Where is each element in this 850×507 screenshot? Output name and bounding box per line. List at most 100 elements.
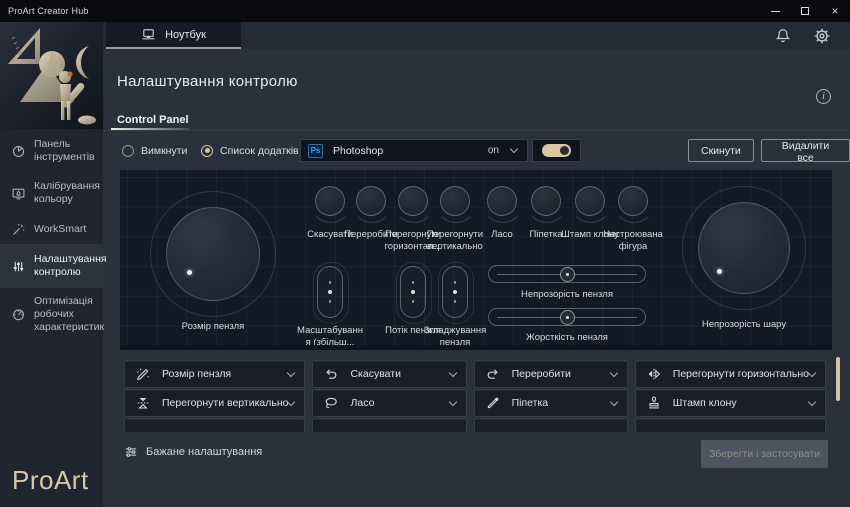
- app-name: Photoshop: [333, 145, 383, 157]
- proart-artwork: [0, 22, 103, 129]
- close-button[interactable]: ×: [820, 0, 850, 22]
- mapping-dropdown-clipped[interactable]: [474, 418, 628, 432]
- dial-preview-panel: Розмір пензля Непрозорість шару Скасуват…: [120, 170, 832, 350]
- eyedropper-icon: [485, 395, 501, 411]
- left-dial-indicator-dot: [187, 270, 192, 275]
- sidebar-menu: Панель інструментів Калібрування кольору…: [0, 130, 103, 342]
- vertical-slider-smoothing: Згладжування пензля: [421, 266, 489, 350]
- color-calibration-icon: [11, 186, 26, 201]
- radio-app-list[interactable]: Список додатків: [201, 139, 299, 162]
- slider-dot: [328, 290, 333, 295]
- right-dial-label: Непрозорість шару: [664, 319, 824, 331]
- slider-track[interactable]: [488, 308, 646, 326]
- horizontal-slider-brush-hardness: Жорсткість пензля: [488, 308, 646, 343]
- left-dial-label: Розмір пензля: [133, 321, 293, 333]
- app-state-value: on: [488, 145, 499, 156]
- clone-stamp-icon: [646, 395, 662, 411]
- flip-horizontal-icon: [646, 366, 662, 382]
- slider-dot: [453, 290, 458, 295]
- mapping-dropdown-clipped[interactable]: [124, 418, 305, 432]
- mapping-dropdown-label: Розмір пензля: [162, 368, 231, 380]
- titlebar: ProArt Creator Hub ×: [0, 0, 850, 22]
- slider-dot: [412, 281, 415, 284]
- mapping-dropdown-brush-size[interactable]: Розмір пензля: [124, 360, 305, 388]
- dial-button-knob[interactable]: [440, 186, 470, 216]
- save-apply-button[interactable]: Зберегти і застосувати: [701, 440, 828, 468]
- mapping-dropdown-label: Скасувати: [350, 368, 401, 380]
- mapping-dropdown-undo[interactable]: Скасувати: [312, 360, 466, 388]
- preference-sliders-icon: [124, 445, 138, 459]
- sidebar: Панель інструментів Калібрування кольору…: [0, 22, 103, 507]
- chevron-down-icon: [808, 368, 816, 376]
- vertical-slider-capsule[interactable]: [442, 266, 468, 318]
- slider-dot: [412, 300, 415, 303]
- mapping-dropdown-eyedropper[interactable]: Піпетка: [474, 389, 628, 417]
- right-dial-knob[interactable]: [698, 202, 790, 294]
- mapping-dropdown-flip-horizontal[interactable]: Перегорнути горизонтально: [635, 360, 826, 388]
- flip-vertical-icon: [135, 395, 151, 411]
- mapping-dropdown-clone-stamp[interactable]: Штамп клону: [635, 389, 826, 417]
- vertical-slider-zoom: Масштабування (збільш...: [296, 266, 364, 350]
- radio-disable[interactable]: Вимкнути: [122, 139, 187, 162]
- slider-dot: [454, 281, 457, 284]
- slider-knob[interactable]: [560, 267, 575, 282]
- dashboard-icon: [11, 144, 26, 159]
- mapping-dropdown-flip-vertical[interactable]: Перегорнути вертикально: [124, 389, 305, 417]
- sidebar-item-worksmart[interactable]: WorkSmart: [0, 214, 103, 245]
- radio-disable-label: Вимкнути: [141, 145, 187, 157]
- horizontal-slider-brush-opacity: Непрозорість пензля: [488, 265, 646, 300]
- left-dial-knob[interactable]: [166, 207, 260, 301]
- mapping-dropdown-clipped[interactable]: [312, 418, 466, 432]
- delete-all-button[interactable]: Видалити все: [761, 139, 850, 162]
- notifications-button[interactable]: [774, 27, 792, 45]
- mapping-dropdown-label: Штамп клону: [673, 397, 737, 409]
- tab-laptop[interactable]: Ноутбук: [106, 22, 241, 49]
- panel-horizontal-scrollbar[interactable]: [120, 345, 832, 350]
- radio-app-list-label: Список додатків: [220, 145, 299, 157]
- app-select-dropdown[interactable]: Ps Photoshop on: [300, 139, 528, 162]
- mapping-dropdown-label: Піпетка: [512, 397, 549, 409]
- radio-app-list-circle[interactable]: [201, 145, 213, 157]
- sidebar-item-dashboard[interactable]: Панель інструментів: [0, 130, 103, 172]
- vertical-slider-capsule[interactable]: [317, 266, 343, 318]
- redo-icon: [485, 366, 501, 382]
- mapping-dropdown-label: Перегорнути вертикально: [162, 397, 288, 409]
- radio-disable-circle[interactable]: [122, 145, 134, 157]
- toggle-on-switch[interactable]: [542, 144, 571, 157]
- chevron-down-icon: [287, 397, 295, 405]
- reset-button[interactable]: Скинути: [688, 139, 754, 162]
- grid-scrollbar-thumb[interactable]: [836, 357, 840, 401]
- sidebar-item-label: WorkSmart: [34, 223, 86, 236]
- minimize-button[interactable]: [760, 0, 790, 22]
- minimize-icon: [771, 11, 780, 12]
- sidebar-item-color-calibration[interactable]: Калібрування кольору: [0, 172, 103, 214]
- app-toggle[interactable]: [532, 139, 581, 162]
- sidebar-item-control-settings[interactable]: Налаштування контролю: [0, 245, 103, 287]
- maximize-button[interactable]: [790, 0, 820, 22]
- horizontal-slider-label: Непрозорість пензля: [488, 289, 646, 300]
- sidebar-item-performance[interactable]: Оптимізація робочих характеристик: [0, 287, 103, 342]
- maximize-icon: [801, 7, 809, 15]
- tab-control-panel[interactable]: Control Panel: [117, 114, 189, 126]
- horizontal-slider-label: Жорсткість пензля: [488, 332, 646, 343]
- slider-track[interactable]: [488, 265, 646, 283]
- window-title: ProArt Creator Hub: [0, 6, 89, 16]
- dial-button-knob[interactable]: [618, 186, 648, 216]
- slider-dot: [454, 300, 457, 303]
- chevron-down-icon: [287, 368, 295, 376]
- mapping-dropdown-label: Ласо: [350, 397, 374, 409]
- mapping-dropdown-label: Переробити: [512, 368, 571, 380]
- preferred-settings[interactable]: Бажане налаштування: [124, 445, 262, 459]
- chevron-down-icon: [448, 397, 456, 405]
- mapping-dropdown-redo[interactable]: Переробити: [474, 360, 628, 388]
- lasso-icon: [323, 395, 339, 411]
- wand-icon: [11, 222, 26, 237]
- mapping-dropdown-clipped[interactable]: [635, 418, 826, 432]
- proart-logo: ProArt: [12, 465, 89, 496]
- proart-creator-hub-window: ProArt Creator Hub ×: [0, 0, 850, 507]
- info-icon[interactable]: i: [816, 89, 831, 104]
- settings-button[interactable]: [813, 27, 831, 45]
- gear-icon: [813, 27, 831, 45]
- slider-knob[interactable]: [560, 310, 575, 325]
- mapping-dropdown-lasso[interactable]: Ласо: [312, 389, 466, 417]
